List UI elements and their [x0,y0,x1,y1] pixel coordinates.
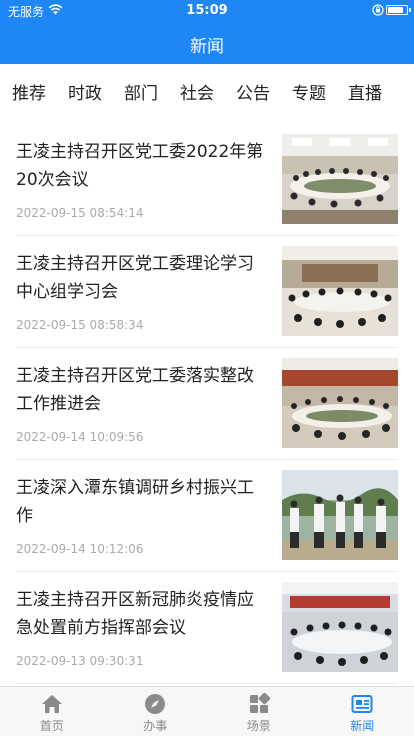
tabbar-item-home[interactable]: 首页 [0,687,104,736]
news-title: 王凌主持召开区党工委理论学习中心组学习会 [16,254,254,302]
news-date: 2022-09-15 08:58:34 [16,318,144,332]
tabbar-label: 场景 [246,719,271,733]
news-icon [351,695,373,713]
news-item[interactable]: 王凌主持召开区党工委落实整改工作推进会 2022-09-14 10:09:56 [16,348,398,460]
news-list: 王凌主持召开区党工委2022年第20次会议 2022-09-15 08:54:1… [0,124,414,684]
tabbar-label: 办事 [143,719,168,733]
news-thumbnail [282,582,398,672]
grid-icon [249,693,270,713]
news-item[interactable]: 王凌主持召开区党工委理论学习中心组学习会 2022-09-15 08:58:34 [16,236,398,348]
news-thumbnail [282,246,398,336]
news-item[interactable]: 王凌主持召开区党工委2022年第20次会议 2022-09-15 08:54:1… [16,124,398,236]
category-tabs: 推荐 时政 部门 社会 公告 专题 直播 [0,64,414,124]
status-time: 15:09 [186,3,228,18]
compass-icon [145,694,166,714]
news-title: 王凌深入潭东镇调研乡村振兴工作 [16,478,254,526]
tab-topics[interactable]: 专题 [292,80,326,108]
news-date: 2022-09-13 09:30:31 [16,654,144,668]
tab-live[interactable]: 直播 [348,80,382,108]
news-thumbnail [282,358,398,448]
news-item[interactable]: 王凌深入潭东镇调研乡村振兴工作 2022-09-14 10:12:06 [16,460,398,572]
tabbar-label: 新闻 [350,719,375,733]
news-thumbnail [282,470,398,560]
news-title: 王凌主持召开区新冠肺炎疫情应急处置前方指挥部会议 [16,590,254,638]
tab-departments[interactable]: 部门 [124,80,158,108]
rotation-lock-icon [372,4,384,16]
bottom-tab-bar: 首页 办事 场景 新闻 [0,686,414,736]
top-bar: 无服务 15:09 新闻 [0,0,414,64]
tabbar-item-scenes[interactable]: 场景 [207,687,311,736]
news-title: 王凌主持召开区党工委2022年第20次会议 [16,142,264,190]
news-thumbnail [282,134,398,224]
tab-society[interactable]: 社会 [180,80,214,108]
news-title: 王凌主持召开区党工委落实整改工作推进会 [16,366,254,414]
tab-announcements[interactable]: 公告 [236,80,270,108]
tab-politics[interactable]: 时政 [68,80,102,108]
tabbar-label: 首页 [39,719,64,733]
news-date: 2022-09-14 10:12:06 [16,542,144,556]
news-item[interactable]: 王凌主持召开区新冠肺炎疫情应急处置前方指挥部会议 2022-09-13 09:3… [16,572,398,684]
battery-icon [386,5,411,15]
news-date: 2022-09-14 10:09:56 [16,430,144,444]
news-date: 2022-09-15 08:54:14 [16,206,144,220]
page-title: 新闻 [190,37,224,57]
tab-recommend[interactable]: 推荐 [12,80,46,108]
tabbar-item-services[interactable]: 办事 [104,687,208,736]
tabbar-item-news[interactable]: 新闻 [311,687,414,736]
status-bar: 无服务 15:09 [0,0,414,20]
home-icon [41,695,62,713]
